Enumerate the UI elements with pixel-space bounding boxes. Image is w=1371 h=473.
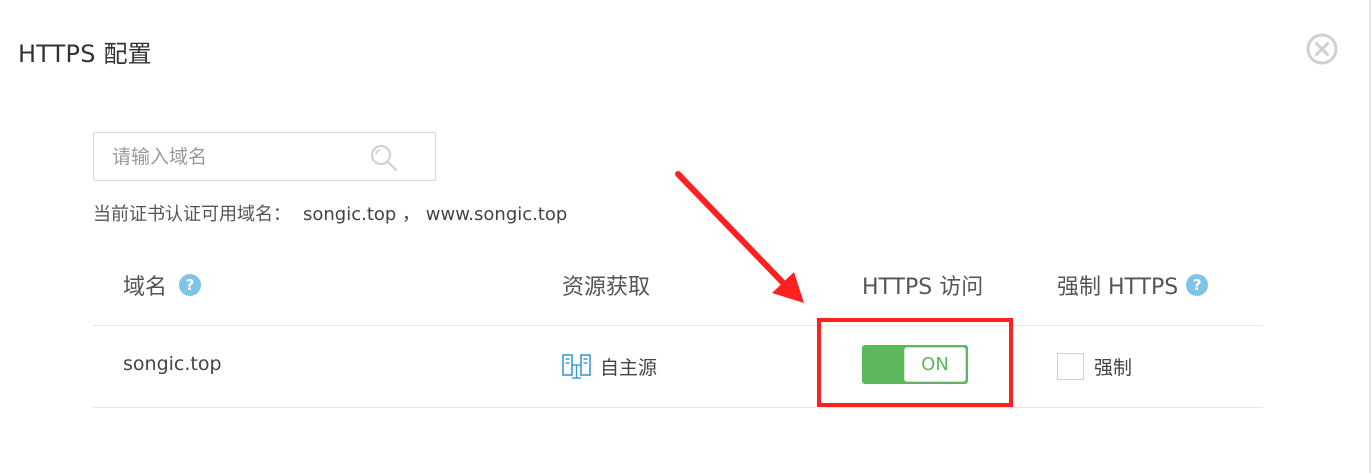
search-icon[interactable] <box>369 143 399 173</box>
header-force-https-label: 强制 HTTPS <box>1057 275 1179 300</box>
row-source: 自主源 <box>562 353 657 380</box>
header-https-access-label: HTTPS 访问 <box>862 275 984 300</box>
header-domain-label: 域名 <box>123 275 168 300</box>
header-source-label: 资源获取 <box>562 275 651 300</box>
row-domain: songic.top <box>123 353 222 375</box>
row-divider <box>93 407 1263 408</box>
header-source: 资源获取 <box>562 269 650 301</box>
force-https-label: 强制 <box>1094 357 1133 379</box>
cert-domains-label: 当前证书认证可用域名： <box>93 204 291 225</box>
force-https-help-icon[interactable]: ? <box>1186 274 1209 296</box>
cert-domains-value: songic.top ， www.songic.top <box>303 204 568 225</box>
close-icon[interactable] <box>1304 31 1340 67</box>
force-https-checkbox[interactable] <box>1057 353 1084 380</box>
https-config-dialog: HTTPS 配置 当前证书认证可用域名： songic.top ， www.son… <box>0 0 1371 473</box>
header-domain: 域名 ? <box>123 269 202 301</box>
domain-help-icon[interactable]: ? <box>179 274 202 296</box>
annotation-highlight-box <box>817 318 1013 407</box>
annotation-arrow <box>675 171 804 303</box>
header-https-access: HTTPS 访问 <box>862 269 983 301</box>
server-source-icon <box>562 353 591 379</box>
row-source-label: 自主源 <box>600 357 658 379</box>
cert-domains-info: 当前证书认证可用域名： songic.top ， www.songic.top <box>93 200 567 226</box>
dialog-title: HTTPS 配置 <box>18 40 152 68</box>
header-divider <box>93 325 1263 326</box>
domain-search-input[interactable] <box>94 133 382 180</box>
domain-search-box <box>93 132 436 181</box>
row-force-https: 强制 <box>1057 353 1132 380</box>
header-force-https: 强制 HTTPS ? <box>1057 269 1209 301</box>
